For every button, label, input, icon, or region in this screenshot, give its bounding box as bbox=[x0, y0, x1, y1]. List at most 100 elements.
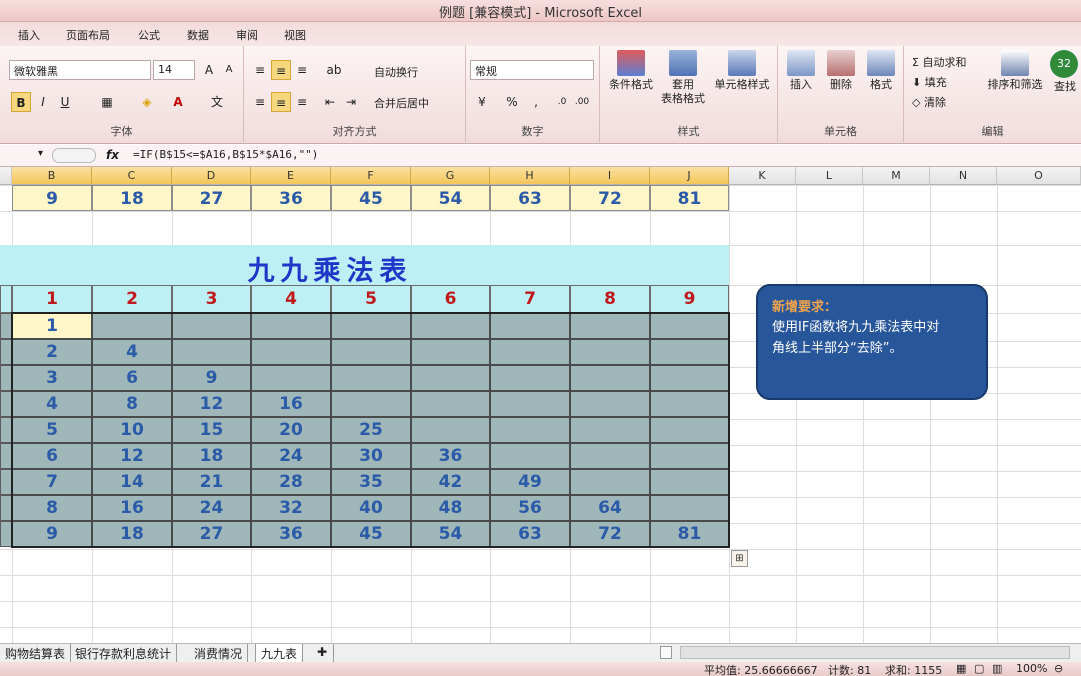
requirement-callout[interactable]: 新增要求： 使用IF函数将九九乘法表中对 角线上半部分“去除”。 bbox=[756, 284, 988, 400]
number-group: 常规 ¥ % , .0 .00 数字 bbox=[466, 46, 600, 142]
normal-view-icon[interactable]: ▦ bbox=[956, 662, 966, 675]
align-bottom-icon[interactable]: ≡ bbox=[292, 60, 312, 80]
top-row-cell[interactable]: 81 bbox=[650, 185, 729, 211]
top-row-cell[interactable]: 36 bbox=[251, 185, 331, 211]
col-header-f[interactable]: F bbox=[331, 167, 411, 185]
align-top-icon[interactable]: ≡ bbox=[250, 60, 270, 80]
tab-data[interactable]: 数据 bbox=[187, 27, 209, 43]
top-row-cell[interactable]: 63 bbox=[490, 185, 570, 211]
autosum-button[interactable]: Σ 自动求和 bbox=[912, 54, 966, 70]
top-row-cell[interactable]: 18 bbox=[92, 185, 172, 211]
top-row-cell[interactable]: 72 bbox=[570, 185, 650, 211]
col-header-g[interactable]: G bbox=[411, 167, 490, 185]
zoom-level[interactable]: 100% bbox=[1016, 662, 1047, 675]
fill-color-icon[interactable]: ◈ bbox=[137, 92, 157, 112]
increase-decimal-icon[interactable]: .0 bbox=[552, 92, 572, 112]
number-format-box[interactable]: 常规 bbox=[470, 60, 594, 80]
italic-button[interactable]: I bbox=[33, 92, 53, 112]
header-row-cell[interactable]: 6 bbox=[411, 285, 490, 313]
col-header-i[interactable]: I bbox=[570, 167, 650, 185]
col-header-e[interactable]: E bbox=[251, 167, 331, 185]
insert-function-icon[interactable]: fx bbox=[106, 148, 119, 162]
horizontal-scrollbar[interactable] bbox=[680, 646, 1070, 659]
header-row-cell[interactable]: 5 bbox=[331, 285, 411, 313]
insert-button[interactable]: 插入 bbox=[782, 50, 820, 92]
merge-center-button[interactable]: 合并后居中 bbox=[374, 95, 429, 111]
shrink-font-icon[interactable]: A bbox=[219, 60, 239, 80]
col-header-o[interactable]: O bbox=[997, 167, 1081, 185]
align-left-icon[interactable]: ≡ bbox=[250, 92, 270, 112]
col-header-n[interactable]: N bbox=[930, 167, 997, 185]
find-button[interactable]: 32 查找 bbox=[1050, 50, 1080, 94]
header-row-cell[interactable]: 8 bbox=[570, 285, 650, 313]
formula-bar-resize-icon[interactable] bbox=[52, 148, 96, 163]
sheet-tab-multiplication[interactable]: 九九表 bbox=[255, 644, 304, 662]
font-name-box[interactable]: 微软雅黑 bbox=[9, 60, 151, 80]
page-break-view-icon[interactable]: ▥ bbox=[992, 662, 1002, 675]
table-title-band[interactable]: 九九乘法表 bbox=[0, 245, 729, 287]
top-row-cell[interactable]: 45 bbox=[331, 185, 411, 211]
name-box-dropdown-icon[interactable]: ▾ bbox=[38, 148, 43, 159]
cell-styles-button[interactable]: 单元格样式 bbox=[710, 50, 774, 92]
underline-button[interactable]: U bbox=[55, 92, 75, 112]
header-row-cell[interactable]: 4 bbox=[251, 285, 331, 313]
header-row-cell[interactable]: 2 bbox=[92, 285, 172, 313]
tab-formulas[interactable]: 公式 bbox=[138, 27, 160, 43]
delete-button[interactable]: 删除 bbox=[822, 50, 860, 92]
col-header-h[interactable]: H bbox=[490, 167, 570, 185]
indent-increase-icon[interactable]: ⇥ bbox=[341, 92, 361, 112]
currency-icon[interactable]: ¥ bbox=[472, 92, 492, 112]
header-row-stub bbox=[0, 285, 12, 313]
grow-font-icon[interactable]: A bbox=[199, 60, 219, 80]
tab-view[interactable]: 视图 bbox=[284, 27, 306, 43]
sheet-tab-shopping[interactable]: 购物结算表 bbox=[0, 644, 72, 662]
formula-input[interactable]: =IF(B$15<=$A16,B$15*$A16,"") bbox=[133, 148, 318, 161]
comma-icon[interactable]: , bbox=[526, 92, 546, 112]
wrap-text-button[interactable]: 自动换行 bbox=[374, 64, 418, 80]
header-row-cell[interactable]: 1 bbox=[12, 285, 92, 313]
clear-button[interactable]: ◇ 清除 bbox=[912, 94, 946, 110]
cell-styles-icon bbox=[728, 50, 756, 76]
top-row-cell[interactable]: 54 bbox=[411, 185, 490, 211]
phonetic-icon[interactable]: 文 bbox=[207, 92, 227, 112]
col-header-d[interactable]: D bbox=[172, 167, 251, 185]
col-header-m[interactable]: M bbox=[863, 167, 930, 185]
indent-decrease-icon[interactable]: ⇤ bbox=[320, 92, 340, 112]
align-center-icon[interactable]: ≡ bbox=[271, 92, 291, 112]
conditional-format-button[interactable]: 条件格式 bbox=[604, 50, 658, 92]
sheet-tab-consumption[interactable]: 消费情况 bbox=[189, 644, 249, 662]
col-header-b[interactable]: B bbox=[12, 167, 92, 185]
top-row-cell[interactable]: 27 bbox=[172, 185, 251, 211]
header-row-cell[interactable]: 3 bbox=[172, 285, 251, 313]
paste-options-icon[interactable]: ⊞ bbox=[731, 550, 748, 567]
fill-button[interactable]: ⬇ 填充 bbox=[912, 74, 947, 90]
page-layout-view-icon[interactable]: ▢ bbox=[974, 662, 984, 675]
align-right-icon[interactable]: ≡ bbox=[292, 92, 312, 112]
col-header-k[interactable]: K bbox=[729, 167, 796, 185]
tab-insert[interactable]: 插入 bbox=[18, 27, 40, 43]
col-header-c[interactable]: C bbox=[92, 167, 172, 185]
font-color-icon[interactable]: A bbox=[168, 92, 188, 112]
tab-review[interactable]: 审阅 bbox=[236, 27, 258, 43]
col-header-j[interactable]: J bbox=[650, 167, 729, 185]
zoom-out-icon[interactable]: ⊖ bbox=[1054, 662, 1063, 675]
table-format-button[interactable]: 套用 表格格式 bbox=[656, 50, 710, 106]
worksheet[interactable]: B C D E F G H I J K L M N O 9 18 27 36 45 54 6… bbox=[0, 167, 1081, 643]
border-icon[interactable]: ▦ bbox=[97, 92, 117, 112]
insert-sheet-icon[interactable]: ✚ bbox=[312, 644, 334, 662]
header-row-cell[interactable]: 9 bbox=[650, 285, 729, 313]
decrease-decimal-icon[interactable]: .00 bbox=[572, 92, 592, 112]
top-row-cell[interactable]: 9 bbox=[12, 185, 92, 211]
font-size-box[interactable]: 14 bbox=[153, 60, 195, 80]
percent-icon[interactable]: % bbox=[502, 92, 522, 112]
sort-filter-button[interactable]: 排序和筛选 bbox=[984, 50, 1046, 92]
orientation-icon[interactable]: ab bbox=[324, 60, 344, 80]
align-middle-icon[interactable]: ≡ bbox=[271, 60, 291, 80]
split-box-icon[interactable] bbox=[660, 646, 672, 659]
header-row-cell[interactable]: 7 bbox=[490, 285, 570, 313]
col-header-l[interactable]: L bbox=[796, 167, 863, 185]
format-button[interactable]: 格式 bbox=[862, 50, 900, 92]
sheet-tab-bank-interest[interactable]: 银行存款利息统计 bbox=[70, 644, 178, 662]
tab-page-layout[interactable]: 页面布局 bbox=[66, 27, 110, 43]
bold-button[interactable]: B bbox=[11, 92, 31, 112]
